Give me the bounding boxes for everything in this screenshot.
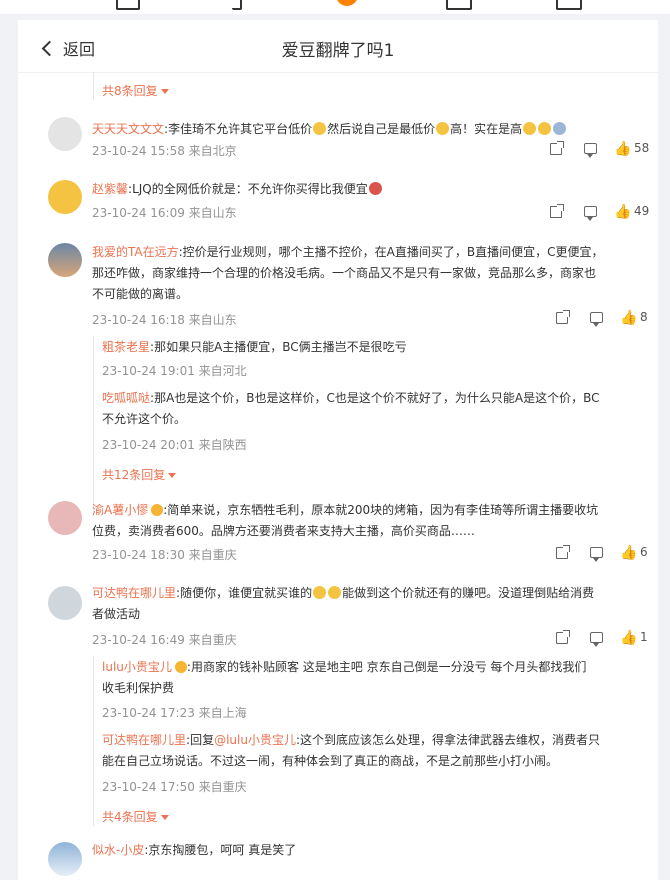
comment-meta: 23-10-24 16:49 来自重庆 <box>92 633 237 647</box>
monkey-emoji-icon <box>368 182 382 195</box>
avatar[interactable] <box>48 180 82 214</box>
comment-icon[interactable] <box>590 632 603 647</box>
comment-text: 可达鸭在哪儿里:随便你，谁便宜就买谁的 能做到这个价就还有的赚吧。没道理倒贴给消费… <box>92 586 595 621</box>
like-count: 8 <box>640 310 648 324</box>
reply-divider <box>93 336 94 512</box>
comment-meta: 23-10-24 18:30 来自重庆 <box>92 548 237 562</box>
like-count: 49 <box>634 204 650 218</box>
chevron-down-icon <box>160 89 169 94</box>
comment-meta: 23-10-24 16:18 来自山东 <box>92 313 237 327</box>
reply-text: 可达鸭在哪儿里:回复@lulu小贵宝儿:这个到底应该怎么处理，得拿法律武器去维权… <box>102 733 601 768</box>
more-replies-link[interactable]: 共12条回复 <box>102 466 177 483</box>
page-title: 爱豆翻牌了吗1 <box>281 41 395 61</box>
comment-username[interactable]: 天天天文文文 <box>92 122 164 136</box>
comment-username[interactable]: 可达鸭在哪儿里 <box>92 586 176 600</box>
avatar[interactable] <box>48 586 82 620</box>
video-icon[interactable] <box>232 0 242 10</box>
comment-text: 天天天文文文:李佳琦不允许其它平台低价 然后说自己是最低价 高！实在是高 <box>92 119 652 140</box>
comment-icon[interactable] <box>584 206 597 221</box>
comments-card: 返回 爱豆翻牌了吗1 共8条回复 天天天文文文:李佳琦不允许其它平台低价 然后说自… <box>18 20 658 880</box>
forward-icon[interactable] <box>556 545 570 559</box>
more-replies-link[interactable]: 共4条回复 <box>102 808 169 825</box>
comment-text: 渝A薯小憀:简单来说，京东牺牲毛利，原本就200块的烤箱，因为有李佳琦等所谓主播… <box>92 503 599 538</box>
avatar[interactable] <box>48 243 82 277</box>
emoji-icon <box>328 586 342 599</box>
comment-meta: 23-10-24 16:09 来自山东 <box>92 206 237 220</box>
emoji-icon <box>538 122 552 135</box>
like-icon[interactable]: 👍 <box>614 142 631 156</box>
emoji-icon <box>553 122 567 135</box>
profile-icon[interactable] <box>556 0 582 10</box>
like-icon[interactable]: 👍 <box>620 311 637 325</box>
comment-actions: 👍 58 <box>550 141 650 161</box>
reply-divider <box>93 656 94 826</box>
comment-actions: 👍 49 <box>550 204 650 224</box>
comment-meta: 23-10-24 15:58 来自北京 <box>92 144 237 158</box>
comment-username[interactable]: 赵紫馨 <box>92 182 128 196</box>
comment-actions: 👍 8 <box>556 310 656 330</box>
emoji-icon <box>436 122 450 135</box>
avatar[interactable] <box>48 117 82 151</box>
reply-divider <box>93 72 94 100</box>
forward-icon[interactable] <box>556 310 570 324</box>
emoji-icon <box>313 586 327 599</box>
emoji-icon <box>313 122 327 135</box>
reply-meta: 23-10-24 19:01 来自河北 <box>102 364 247 378</box>
like-icon[interactable]: 👍 <box>620 631 637 645</box>
avatar[interactable] <box>48 501 82 535</box>
like-icon[interactable]: 👍 <box>620 546 637 560</box>
discover-icon[interactable] <box>336 0 358 6</box>
mention-link[interactable]: @lulu小贵宝儿 <box>214 733 296 747</box>
reply-username[interactable]: 可达鸭在哪儿里 <box>102 733 186 747</box>
like-count: 6 <box>640 545 648 559</box>
more-replies-link[interactable]: 共8条回复 <box>102 82 169 99</box>
reply-username[interactable]: lulu小贵宝儿 <box>102 660 172 674</box>
forward-icon[interactable] <box>550 204 564 218</box>
reply-username[interactable]: 吃呱呱哒 <box>102 391 150 405</box>
thumbs-emoji-icon <box>523 122 537 135</box>
page-header: 返回 爱豆翻牌了吗1 <box>18 20 658 73</box>
message-icon[interactable] <box>446 0 472 10</box>
comment-actions: 👍 6 <box>556 545 656 565</box>
chevron-down-icon <box>160 815 169 820</box>
comment-icon[interactable] <box>590 547 603 562</box>
reply-meta: 23-10-24 17:23 来自上海 <box>102 706 247 720</box>
comment-actions: 👍 1 <box>556 630 656 650</box>
comment-text: 我爱的TA在远方:控价是行业规则，哪个主播不控价，在A直播间买了，B直播间便宜，… <box>92 245 604 301</box>
like-icon[interactable]: 👍 <box>614 205 631 219</box>
crown-badge-icon <box>151 504 164 516</box>
comment-icon[interactable] <box>590 312 603 327</box>
reply-meta: 23-10-24 20:01 来自陕西 <box>102 438 247 452</box>
like-count: 1 <box>640 630 648 644</box>
forward-icon[interactable] <box>556 630 570 644</box>
reply-text: 吃呱呱哒:那A也是这个价，B也是这样价，C也是这个价不就好了，为什么只能A是这个… <box>102 391 600 426</box>
home-icon[interactable] <box>116 0 140 10</box>
comment-username[interactable]: 渝A薯小憀 <box>92 503 148 517</box>
reply-meta: 23-10-24 17:50 来自重庆 <box>102 780 247 794</box>
comment-username[interactable]: 我爱的TA在远方 <box>92 245 179 259</box>
crown-badge-icon <box>174 661 187 673</box>
reply-text: 粗茶老星:那如果只能A主播便宜，BC俩主播岂不是很吃亏 <box>102 340 407 354</box>
comment-username[interactable]: 似水-小皮 <box>92 843 144 857</box>
comment-icon[interactable] <box>584 143 597 158</box>
comment-text: 似水-小皮:京东掏腰包，呵呵 真是笑了 <box>92 843 297 857</box>
reply-text: lulu小贵宝儿:用商家的钱补贴顾客 这是地主吧 京东自己倒是一分没亏 每个月头… <box>102 660 587 695</box>
chevron-down-icon <box>168 473 177 478</box>
comment-text: 赵紫馨:LJQ的全网低价就是：不允许你买得比我便宜 <box>92 179 652 200</box>
avatar[interactable] <box>48 842 82 876</box>
top-navigation-bar <box>0 0 670 22</box>
forward-icon[interactable] <box>550 141 564 155</box>
reply-username[interactable]: 粗茶老星 <box>102 340 150 354</box>
like-count: 58 <box>634 141 650 155</box>
